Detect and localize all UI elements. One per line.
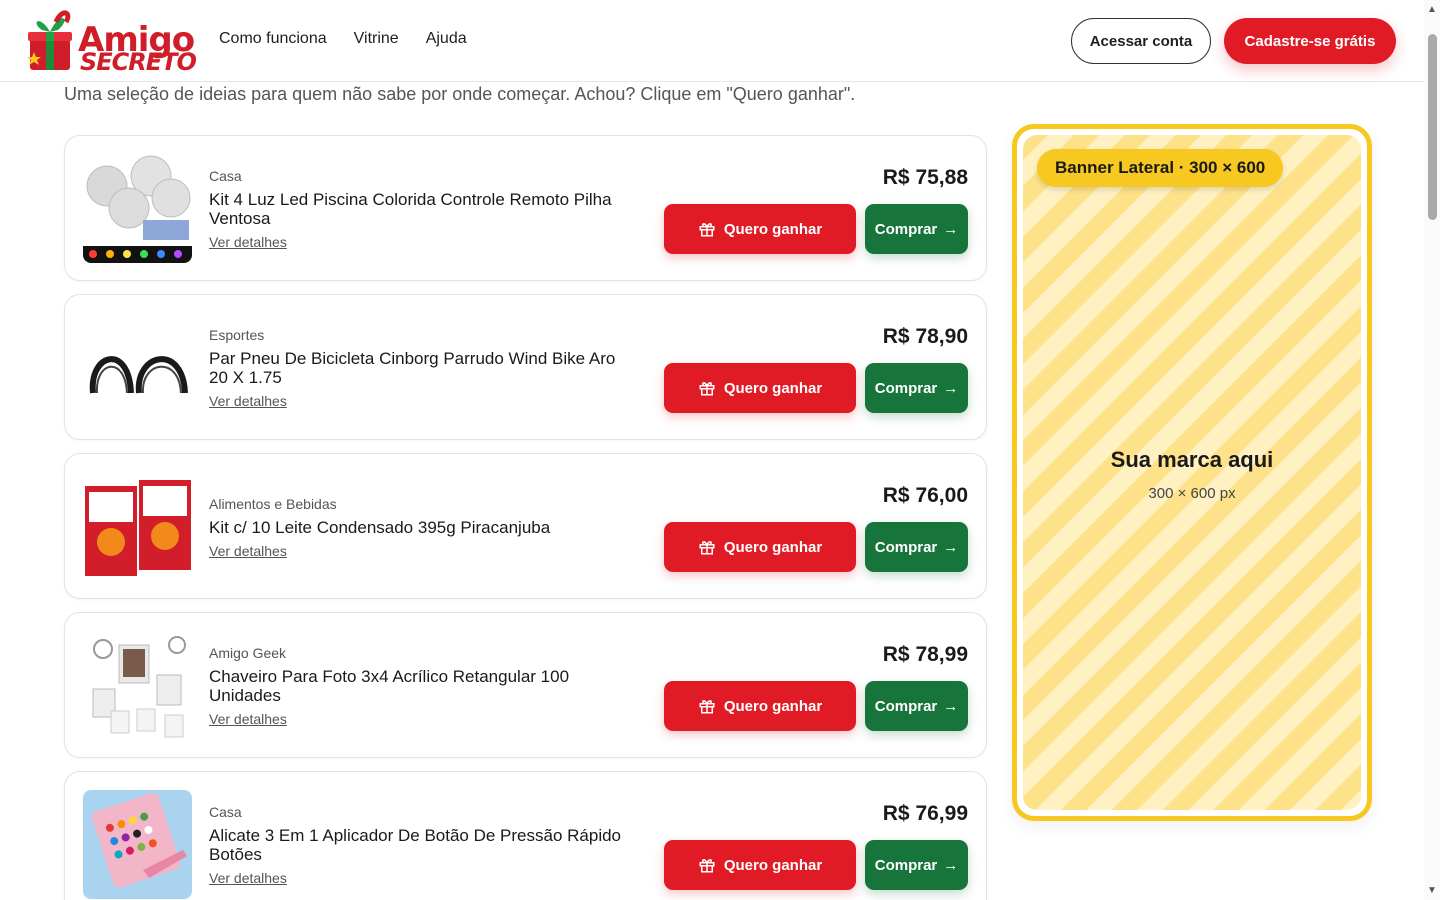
arrow-right-icon: → bbox=[943, 379, 959, 397]
product-details-link[interactable]: Ver detalhes bbox=[209, 234, 629, 250]
product-title: Alicate 3 Em 1 Aplicador De Botão De Pre… bbox=[209, 826, 622, 864]
nav-como-funciona[interactable]: Como funciona bbox=[219, 30, 327, 48]
want-gift-button[interactable]: Quero ganhar bbox=[664, 363, 856, 413]
site-header: Amigo SECRETO Como funciona Vitrine Ajud… bbox=[0, 0, 1424, 82]
product-price: R$ 78,90 bbox=[882, 325, 968, 348]
product-category: Esportes bbox=[209, 327, 265, 343]
buy-label: Comprar bbox=[874, 856, 938, 874]
buy-button[interactable]: Comprar → bbox=[865, 204, 968, 254]
product-title: Par Pneu De Bicicleta Cinborg Parrudo Wi… bbox=[209, 349, 616, 387]
page: Amigo SECRETO Como funciona Vitrine Ajud… bbox=[0, 0, 1440, 900]
product-meta: Casa Kit 4 Luz Led Piscina Colorida Cont… bbox=[209, 136, 629, 282]
product-meta: Amigo Geek Chaveiro Para Foto 3x4 Acríli… bbox=[209, 613, 629, 759]
product-meta: Casa Alicate 3 Em 1 Aplicador De Botão D… bbox=[209, 772, 629, 900]
banner-title: Sua marca aqui bbox=[1110, 447, 1274, 472]
want-gift-button[interactable]: Quero ganhar bbox=[664, 840, 856, 890]
buy-label: Comprar bbox=[874, 379, 938, 397]
product-price: R$ 76,00 bbox=[882, 484, 968, 507]
login-button[interactable]: Acessar conta bbox=[1071, 18, 1211, 64]
product-details-link[interactable]: Ver detalhes bbox=[209, 711, 629, 727]
buy-label: Comprar bbox=[874, 538, 938, 556]
side-banner[interactable]: Banner Lateral · 300 × 600 Sua marca aqu… bbox=[1012, 124, 1372, 821]
product-price: R$ 78,99 bbox=[882, 643, 968, 666]
product-title: Chaveiro Para Foto 3x4 Acrílico Retangul… bbox=[209, 667, 570, 705]
amigo-secreto-logo[interactable]: Amigo SECRETO bbox=[26, 8, 197, 76]
gift-icon bbox=[699, 382, 715, 396]
product-image[interactable] bbox=[83, 154, 192, 263]
product-details-link[interactable]: Ver detalhes bbox=[209, 393, 629, 409]
want-gift-button[interactable]: Quero ganhar bbox=[664, 204, 856, 254]
buy-button[interactable]: Comprar → bbox=[865, 522, 968, 572]
product-category: Casa bbox=[209, 168, 242, 184]
arrow-right-icon: → bbox=[943, 538, 959, 556]
logo-text-secreto: SECRETO bbox=[80, 48, 197, 76]
product-category: Amigo Geek bbox=[209, 645, 287, 661]
buy-button[interactable]: Comprar → bbox=[865, 363, 968, 413]
nav-ajuda[interactable]: Ajuda bbox=[426, 30, 467, 48]
buy-label: Comprar bbox=[874, 220, 938, 238]
want-gift-label: Quero ganhar bbox=[723, 697, 823, 715]
main-nav: Como funciona Vitrine Ajuda bbox=[219, 30, 467, 48]
banner-size: 300 × 600 px bbox=[1148, 485, 1236, 502]
product-card: Alimentos e Bebidas Kit c/ 10 Leite Cond… bbox=[64, 453, 987, 599]
page-subtitle: Uma seleção de ideias para quem não sabe… bbox=[64, 84, 856, 104]
want-gift-label: Quero ganhar bbox=[723, 220, 823, 238]
want-gift-label: Quero ganhar bbox=[723, 856, 823, 874]
scroll-thumb[interactable] bbox=[1428, 34, 1437, 220]
signup-button[interactable]: Cadastre-se grátis bbox=[1224, 18, 1396, 64]
want-gift-label: Quero ganhar bbox=[723, 379, 823, 397]
product-title: Kit c/ 10 Leite Condensado 395g Piracanj… bbox=[209, 517, 551, 537]
buy-button[interactable]: Comprar → bbox=[865, 681, 968, 731]
product-list: Casa Kit 4 Luz Led Piscina Colorida Cont… bbox=[64, 135, 987, 900]
product-card: Casa Kit 4 Luz Led Piscina Colorida Cont… bbox=[64, 135, 987, 281]
product-image[interactable] bbox=[83, 790, 192, 899]
arrow-right-icon: → bbox=[943, 856, 959, 874]
product-details-link[interactable]: Ver detalhes bbox=[209, 870, 629, 886]
nav-vitrine[interactable]: Vitrine bbox=[354, 30, 399, 48]
page-scrollbar[interactable]: ▲ ▼ bbox=[1424, 0, 1440, 900]
product-meta: Esportes Par Pneu De Bicicleta Cinborg P… bbox=[209, 295, 629, 441]
product-card: Amigo Geek Chaveiro Para Foto 3x4 Acríli… bbox=[64, 612, 987, 758]
gift-icon bbox=[699, 541, 715, 555]
product-category: Alimentos e Bebidas bbox=[209, 495, 337, 512]
gift-icon bbox=[699, 859, 715, 873]
gift-icon bbox=[699, 223, 715, 237]
want-gift-button[interactable]: Quero ganhar bbox=[664, 681, 856, 731]
product-card: Esportes Par Pneu De Bicicleta Cinborg P… bbox=[64, 294, 987, 440]
scroll-down-icon[interactable]: ▼ bbox=[1427, 885, 1437, 896]
arrow-right-icon: → bbox=[943, 220, 959, 238]
banner-placeholder: Banner Lateral · 300 × 600 Sua marca aqu… bbox=[1023, 135, 1361, 810]
product-details-link[interactable]: Ver detalhes bbox=[209, 543, 629, 559]
scroll-up-icon[interactable]: ▲ bbox=[1427, 4, 1437, 15]
product-category: Casa bbox=[209, 804, 242, 820]
product-image[interactable] bbox=[83, 631, 192, 740]
buy-label: Comprar bbox=[874, 697, 938, 715]
gift-icon bbox=[699, 700, 715, 714]
product-price: R$ 76,99 bbox=[882, 802, 968, 825]
want-gift-button[interactable]: Quero ganhar bbox=[664, 522, 856, 572]
buy-button[interactable]: Comprar → bbox=[865, 840, 968, 890]
product-image[interactable] bbox=[83, 472, 192, 581]
arrow-right-icon: → bbox=[943, 697, 959, 715]
product-image[interactable] bbox=[83, 313, 192, 422]
product-card: Casa Alicate 3 Em 1 Aplicador De Botão D… bbox=[64, 771, 987, 900]
want-gift-label: Quero ganhar bbox=[723, 538, 823, 556]
product-title: Kit 4 Luz Led Piscina Colorida Controle … bbox=[209, 190, 612, 228]
product-meta: Alimentos e Bebidas Kit c/ 10 Leite Cond… bbox=[209, 454, 629, 600]
product-price: R$ 75,88 bbox=[882, 166, 968, 189]
banner-tag: Banner Lateral · 300 × 600 bbox=[1037, 149, 1284, 187]
